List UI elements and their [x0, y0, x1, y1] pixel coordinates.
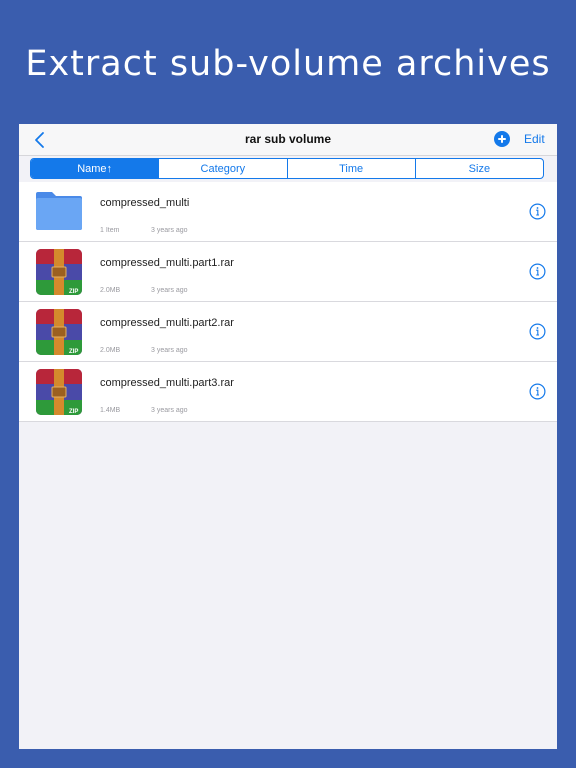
info-icon[interactable] [529, 263, 546, 280]
file-name: compressed_multi.part2.rar [100, 317, 234, 329]
archive-badge: ZIP [69, 409, 78, 415]
file-time: 3 years ago [151, 227, 188, 234]
list-item[interactable]: ZIP compressed_multi.part1.rar 2.0MB 3 y… [19, 242, 557, 302]
file-name: compressed_multi.part1.rar [100, 257, 234, 269]
archive-badge: ZIP [69, 349, 78, 355]
file-list: compressed_multi 1 Item 3 years ago ZIP [19, 182, 557, 422]
rar-archive-icon: ZIP [36, 309, 82, 355]
rar-archive-icon: ZIP [36, 369, 82, 415]
file-time: 3 years ago [151, 287, 188, 294]
rar-archive-icon: ZIP [36, 249, 82, 295]
archive-badge: ZIP [69, 289, 78, 295]
file-size: 1 Item [100, 227, 120, 234]
sort-segmented-control: Name↑ Category Time Size [30, 158, 544, 179]
info-icon[interactable] [529, 383, 546, 400]
plus-circle-icon[interactable] [494, 131, 510, 147]
list-item[interactable]: compressed_multi 1 Item 3 years ago [19, 182, 557, 242]
file-name: compressed_multi.part3.rar [100, 377, 234, 389]
sort-tab-time[interactable]: Time [286, 159, 415, 178]
file-size: 2.0MB [100, 287, 121, 294]
sort-tab-category[interactable]: Category [158, 159, 286, 178]
file-size: 2.0MB [100, 347, 121, 354]
promo-headline: Extract sub-volume archives [25, 44, 551, 84]
app-screen: rar sub volume Edit Name↑ Category Time … [19, 124, 557, 749]
folder-icon [36, 192, 82, 230]
file-time: 3 years ago [151, 347, 188, 354]
navigation-bar: rar sub volume Edit [19, 124, 557, 156]
page-title: rar sub volume [244, 132, 332, 146]
list-item[interactable]: ZIP compressed_multi.part3.rar 1.4MB 3 y… [19, 362, 557, 422]
info-icon[interactable] [529, 323, 546, 340]
file-time: 3 years ago [151, 407, 188, 414]
info-icon[interactable] [529, 203, 546, 220]
sort-tab-size[interactable]: Size [414, 159, 543, 178]
file-name: compressed_multi [100, 197, 190, 209]
list-item[interactable]: ZIP compressed_multi.part2.rar 2.0MB 3 y… [19, 302, 557, 362]
file-size: 1.4MB [100, 407, 121, 414]
sort-tab-name[interactable]: Name↑ [31, 159, 159, 178]
edit-button[interactable]: Edit [524, 132, 545, 146]
